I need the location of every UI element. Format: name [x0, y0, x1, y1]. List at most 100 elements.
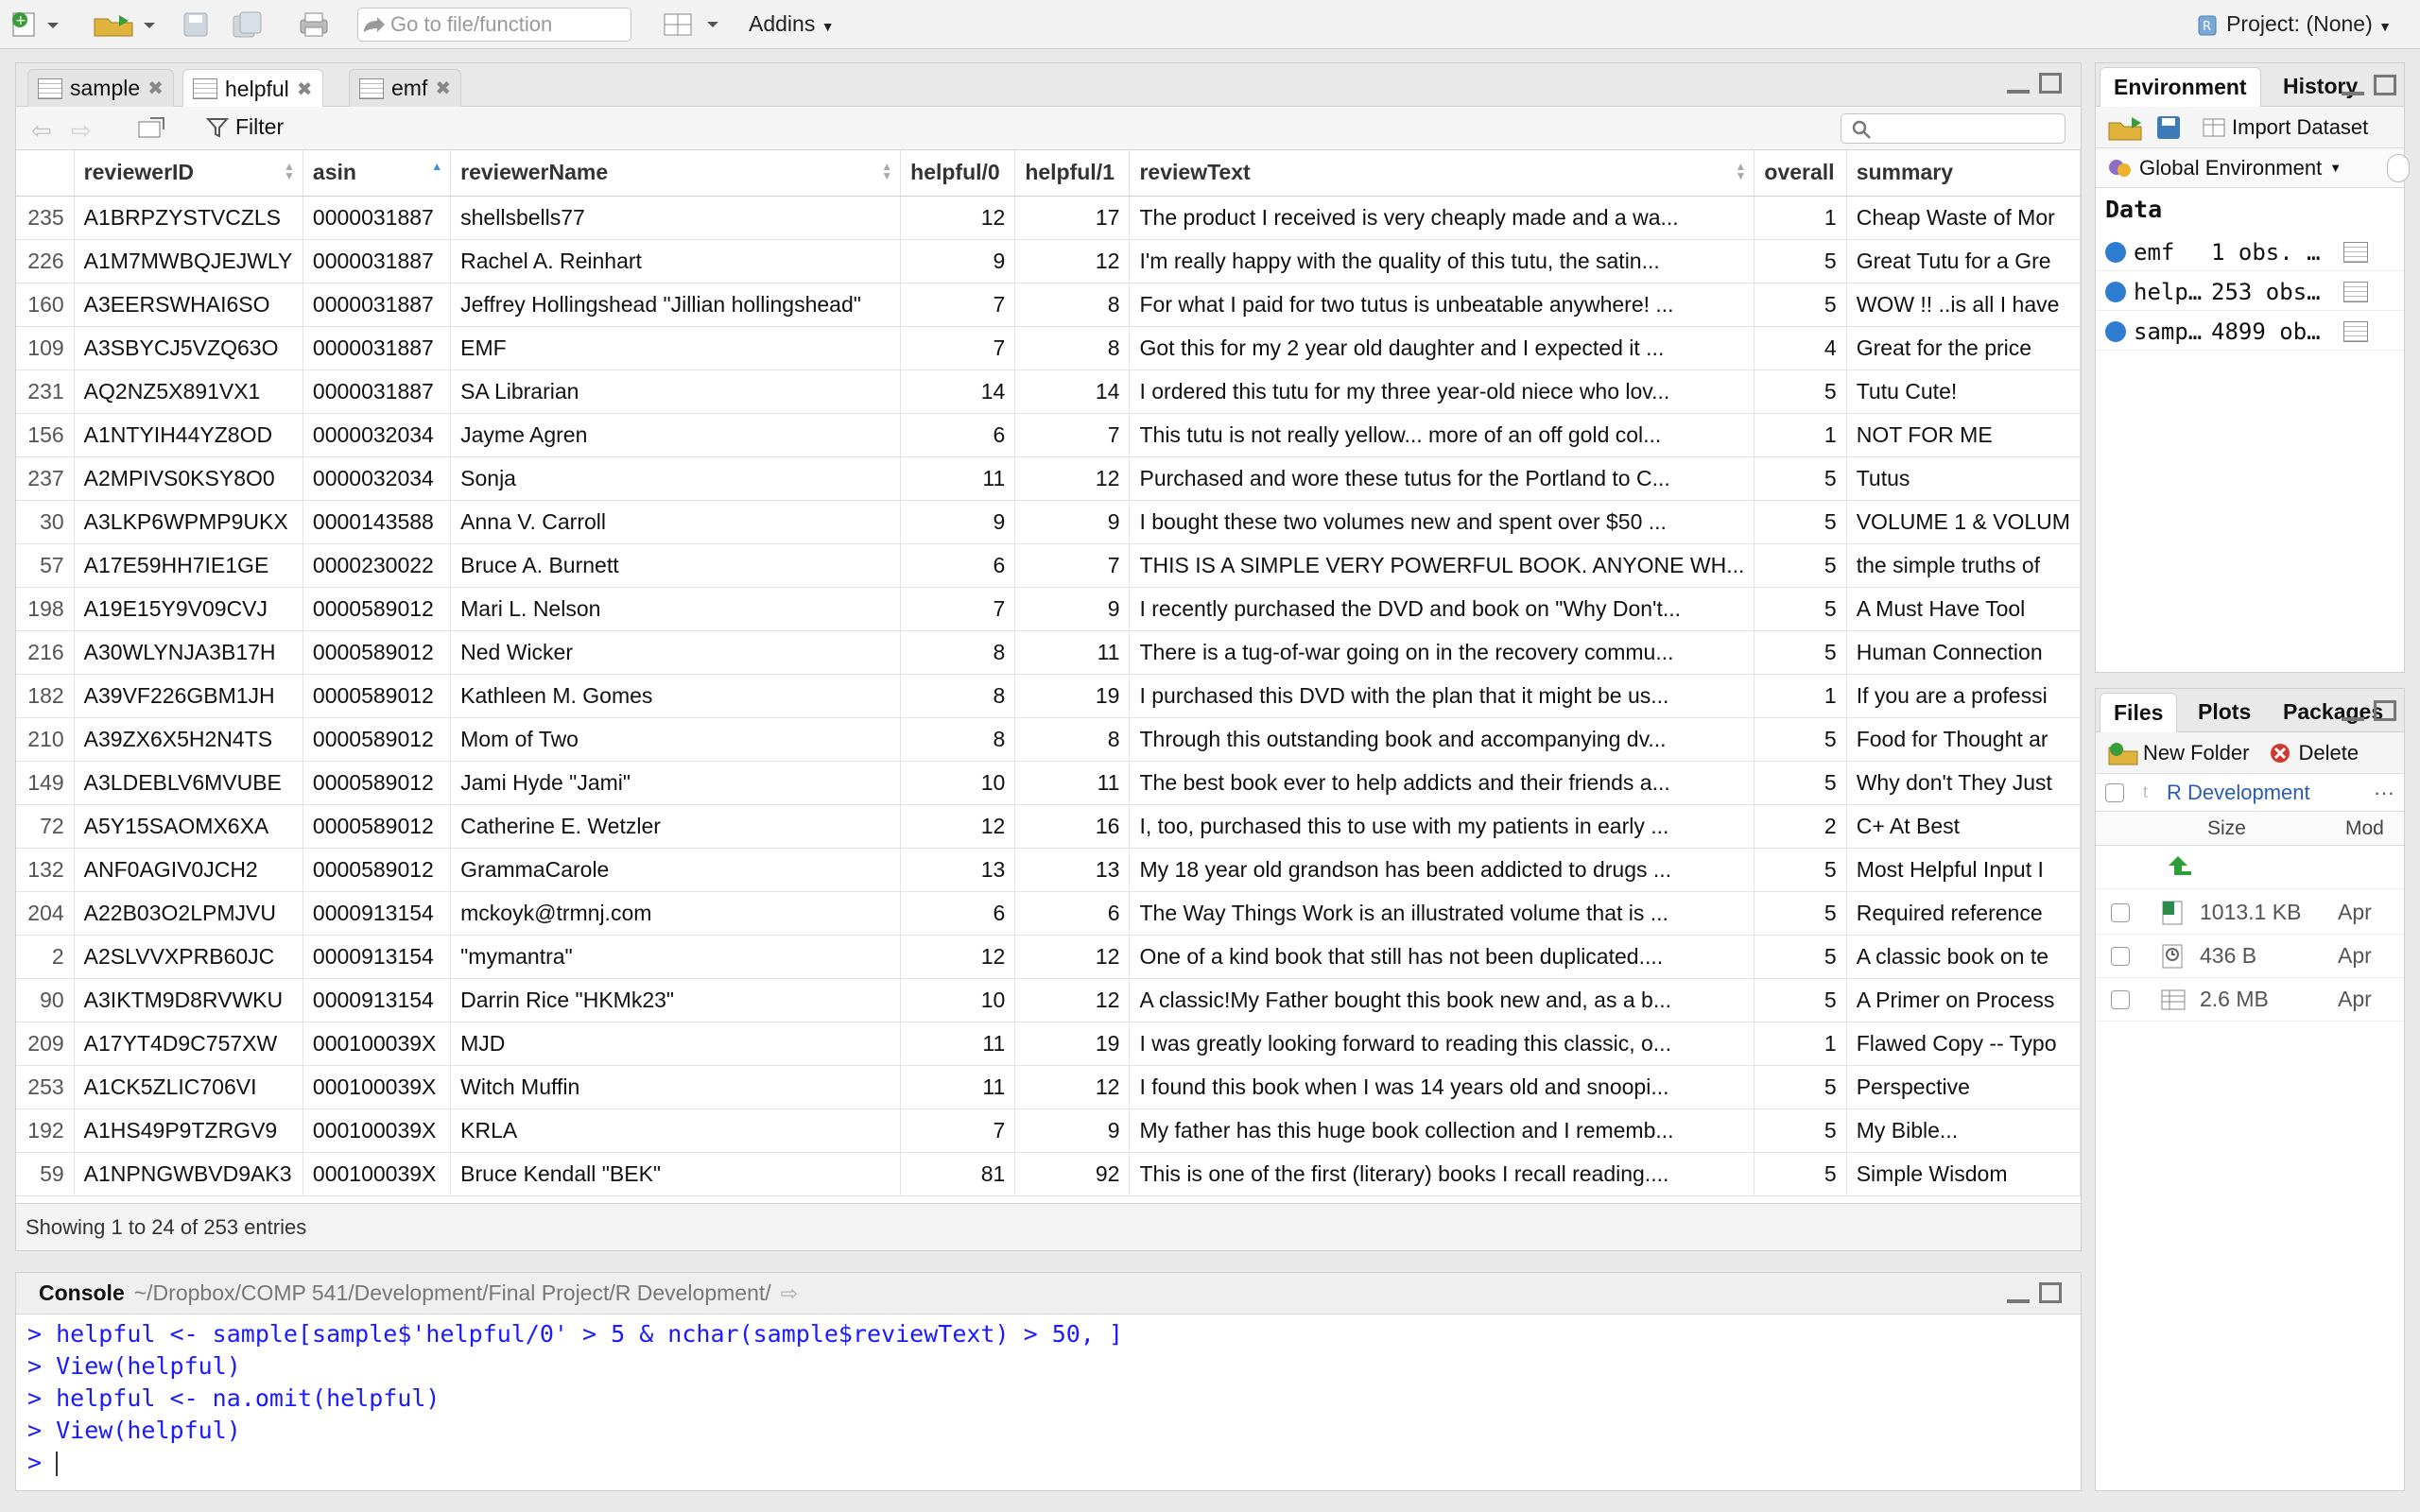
import-dataset-button[interactable]: Import Dataset — [2200, 115, 2368, 140]
table-cell: I found this book when I was 14 years ol… — [1129, 1065, 1755, 1109]
table-row[interactable]: 160 A3EERSWHAI6SO 0000031887 Jeffrey Hollin… — [16, 283, 2082, 327]
file-row[interactable]: 1013.1 KB Apr — [2096, 891, 2404, 935]
minimize-icon[interactable] — [2007, 73, 2030, 94]
table-row[interactable]: 216 A30WLYNJA3B17H 0000589012 Ned Wicker 8 11… — [16, 630, 2082, 675]
table-row[interactable]: 209 A17YT4D9C757XW 000100039X MJD 11 19 I was … — [16, 1022, 2082, 1066]
save-all-button[interactable] — [231, 6, 265, 43]
more-options-icon[interactable]: ··· — [2374, 781, 2394, 805]
table-row[interactable]: 237 A2MPIVS0KSY8O0 0000032034 Sonja 11 12 Purc… — [16, 456, 2082, 501]
column-header[interactable]: helpful/1 — [1014, 150, 1131, 197]
column-header[interactable]: summary — [1846, 150, 2082, 197]
column-header[interactable]: reviewerID ▲ ▼ — [74, 150, 303, 197]
column-header[interactable]: reviewerName ▲ ▼ — [450, 150, 902, 197]
new-file-button[interactable]: + — [9, 6, 62, 43]
minimize-icon[interactable] — [2007, 1282, 2030, 1303]
column-header[interactable]: helpful/0 — [900, 150, 1016, 197]
file-checkbox[interactable] — [2111, 946, 2130, 966]
column-header[interactable]: asin ▲ — [302, 150, 452, 197]
console-output[interactable]: > helpful <- sample[sample$'helpful/0' >… — [27, 1318, 1123, 1479]
env-item-helpful[interactable]: help… 253 obs… — [2096, 273, 2404, 311]
expand-icon[interactable] — [2105, 241, 2126, 263]
env-scope-selector[interactable]: Global Environment ▼ — [2096, 148, 2410, 188]
table-row[interactable]: 59 A1NPNGWBVD9AK3 000100039X Bruce Kendall … — [16, 1152, 2082, 1196]
modified-column-header[interactable]: Mod — [2345, 817, 2384, 840]
env-item-sample[interactable]: samp… 4899 ob… — [2096, 313, 2404, 351]
home-icon[interactable]: t — [2143, 782, 2148, 802]
table-row[interactable]: 132 ANF0AGIV0JCH2 0000589012 GrammaCarole 13… — [16, 848, 2082, 892]
parent-directory-row[interactable] — [2096, 846, 2404, 889]
size-column-header[interactable]: Size — [2207, 817, 2246, 840]
table-row[interactable]: 198 A19E15Y9V09CVJ 0000589012 Mari L. Nelso… — [16, 587, 2082, 631]
column-header[interactable]: overall — [1754, 150, 1847, 197]
delete-button[interactable]: Delete — [2268, 741, 2359, 765]
table-row[interactable]: 210 A39ZX6X5H2N4TS 0000589012 Mom of Two 8 8 T… — [16, 717, 2082, 762]
view-table-icon[interactable] — [2343, 241, 2368, 263]
popout-icon[interactable] — [135, 116, 167, 141]
tab-emf[interactable]: emf ✖ — [349, 69, 462, 107]
workspace-panes-button[interactable] — [662, 6, 724, 43]
addins-menu[interactable]: Addins ▼ — [749, 11, 835, 37]
table-cell: 12 — [1014, 1065, 1131, 1109]
maximize-icon[interactable] — [2039, 73, 2062, 94]
close-icon[interactable]: ✖ — [435, 77, 451, 100]
open-file-button[interactable] — [91, 6, 157, 43]
expand-icon[interactable] — [2105, 320, 2126, 342]
table-row[interactable]: 109 A3SBYCJ5VZQ63O 0000031887 EMF 7 8 Got this… — [16, 326, 2082, 370]
table-row[interactable]: 2 A2SLVVXPRB60JC 0000913154 "mymantra" 12 12 O… — [16, 935, 2082, 979]
file-row[interactable]: 436 B Apr — [2096, 935, 2404, 978]
back-arrow-icon[interactable]: ⇦ — [31, 116, 52, 146]
maximize-icon[interactable] — [2374, 75, 2396, 95]
table-row[interactable]: 57 A17E59HH7IE1GE 0000230022 Bruce A. Burne… — [16, 543, 2082, 588]
filter-button[interactable]: Filter — [205, 114, 284, 140]
file-row[interactable]: 2.6 MB Apr — [2096, 978, 2404, 1022]
select-all-checkbox[interactable] — [2105, 782, 2124, 802]
tab-sample[interactable]: sample ✖ — [27, 69, 174, 107]
forward-arrow-icon[interactable]: ⇨ — [71, 116, 92, 146]
minimize-icon[interactable] — [2342, 700, 2364, 721]
table-cell: Bruce A. Burnett — [450, 543, 902, 588]
table-row[interactable]: 235 A1BRPZYSTVCZLS 0000031887 shellsbells77… — [16, 196, 2082, 240]
table-row[interactable]: 30 A3LKP6WPMP9UKX 0000143588 Anna V. Carrol… — [16, 500, 2082, 544]
view-table-icon[interactable] — [2343, 281, 2368, 302]
table-row[interactable]: 204 A22B03O2LPMJVU 0000913154 mckoyk@trmnj.… — [16, 891, 2082, 936]
breadcrumb-current[interactable]: R Development — [2167, 781, 2310, 805]
file-checkbox[interactable] — [2111, 989, 2130, 1009]
table-cell: 0000031887 — [302, 196, 452, 240]
tab-files[interactable]: Files — [2100, 693, 2178, 732]
maximize-icon[interactable] — [2374, 700, 2396, 721]
print-button[interactable] — [297, 6, 331, 43]
file-checkbox[interactable] — [2111, 902, 2130, 922]
tab-plots[interactable]: Plots — [2185, 693, 2264, 730]
env-item-emf[interactable]: emf 1 obs. … — [2096, 233, 2404, 271]
table-row[interactable]: 253 A1CK5ZLIC706VI 000100039X Witch Muffin 1… — [16, 1065, 2082, 1109]
table-row[interactable]: 226 A1M7MWBQJEJWLY 0000031887 Rachel A. Rei… — [16, 239, 2082, 284]
goto-file-input[interactable]: Go to file/function — [357, 8, 631, 42]
tab-environment[interactable]: Environment — [2100, 67, 2261, 107]
env-search-input[interactable] — [2387, 154, 2410, 182]
maximize-icon[interactable] — [2039, 1282, 2062, 1303]
close-icon[interactable]: ✖ — [297, 77, 313, 101]
env-window-controls — [2342, 75, 2396, 95]
tab-helpful[interactable]: helpful ✖ — [182, 69, 323, 108]
expand-icon[interactable] — [2105, 281, 2126, 302]
console-path[interactable]: ~/Dropbox/COMP 541/Development/Final Pro… — [134, 1280, 771, 1306]
load-workspace-icon[interactable] — [2107, 113, 2145, 142]
save-workspace-icon[interactable] — [2154, 113, 2183, 142]
column-header[interactable]: reviewText ▲ ▼ — [1129, 150, 1755, 197]
table-row[interactable]: 90 A3IKTM9D8RVWKU 0000913154 Darrin Rice "H… — [16, 978, 2082, 1022]
save-button[interactable] — [182, 6, 210, 43]
goto-directory-icon[interactable]: ⇨ — [781, 1281, 798, 1306]
table-row[interactable]: 149 A3LDEBLV6MVUBE 0000589012 Jami Hyde "Ja… — [16, 761, 2082, 805]
minimize-icon[interactable] — [2342, 75, 2364, 95]
table-row[interactable]: 156 A1NTYIH44YZ8OD 0000032034 Jayme Agren 6 7… — [16, 413, 2082, 457]
table-row[interactable]: 231 AQ2NZ5X891VX1 0000031887 SA Librarian 14… — [16, 369, 2082, 414]
viewer-search-input[interactable] — [1841, 113, 2066, 144]
view-table-icon[interactable] — [2343, 320, 2368, 342]
console-prompt[interactable]: > — [27, 1447, 1123, 1479]
table-row[interactable]: 192 A1HS49P9TZRGV9 000100039X KRLA 7 9 My fath… — [16, 1108, 2082, 1153]
table-row[interactable]: 182 A39VF226GBM1JH 0000589012 Kathleen M. G… — [16, 674, 2082, 718]
table-row[interactable]: 72 A5Y15SAOMX6XA 0000589012 Catherine E. We… — [16, 804, 2082, 849]
close-icon[interactable]: ✖ — [147, 77, 164, 100]
project-menu[interactable]: R Project: (None) ▼ — [2194, 11, 2392, 38]
new-folder-button[interactable]: New Folder — [2107, 740, 2249, 766]
